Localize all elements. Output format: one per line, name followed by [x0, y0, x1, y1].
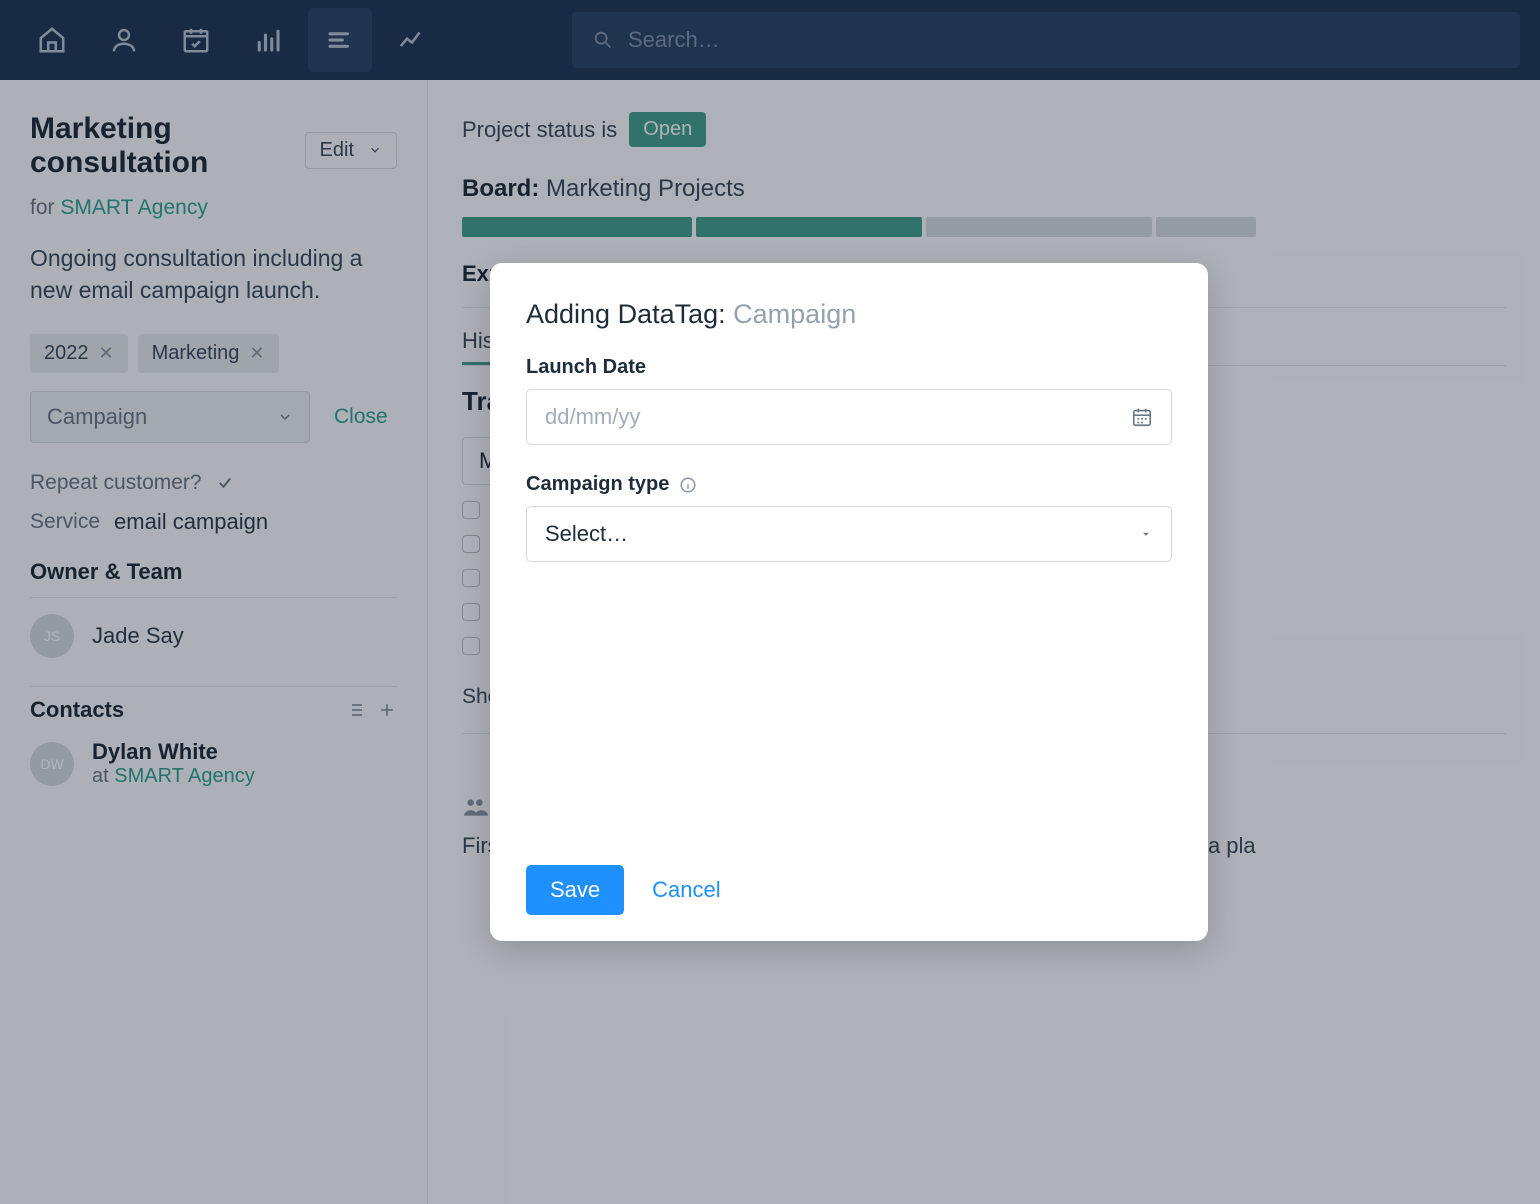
launch-date-input[interactable]: dd/mm/yy	[526, 389, 1172, 445]
info-icon[interactable]	[679, 476, 697, 494]
datatag-modal: Adding DataTag: Campaign Launch Date dd/…	[490, 263, 1208, 941]
campaign-type-value: Select…	[545, 521, 628, 547]
launch-date-label: Launch Date	[526, 356, 1172, 379]
campaign-type-select[interactable]: Select…	[526, 506, 1172, 562]
cancel-button[interactable]: Cancel	[652, 877, 720, 903]
launch-date-placeholder: dd/mm/yy	[545, 404, 640, 430]
modal-title: Adding DataTag: Campaign	[526, 299, 1172, 330]
caret-down-icon	[1139, 527, 1153, 541]
campaign-type-label: Campaign type	[526, 473, 1172, 496]
calendar-icon[interactable]	[1131, 406, 1153, 428]
save-button[interactable]: Save	[526, 865, 624, 915]
